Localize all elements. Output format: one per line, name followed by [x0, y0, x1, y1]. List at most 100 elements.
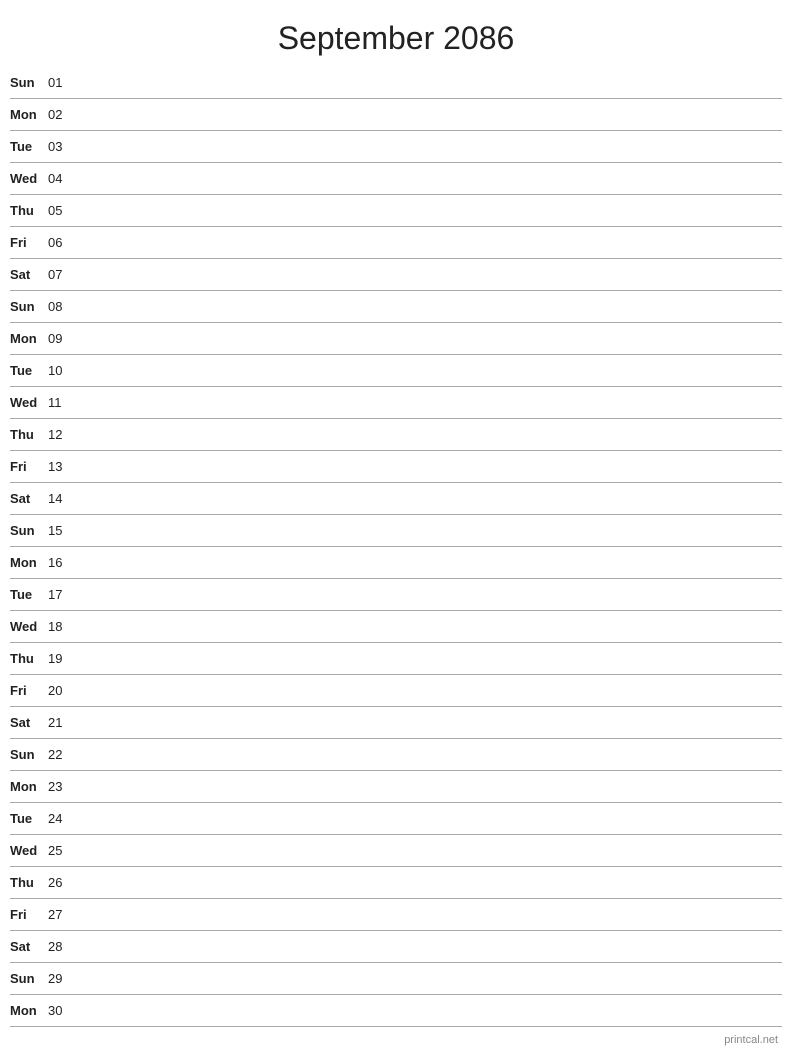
- day-number: 27: [48, 907, 76, 922]
- day-name: Sun: [10, 75, 48, 90]
- day-name: Sat: [10, 939, 48, 954]
- day-number: 02: [48, 107, 76, 122]
- day-name: Sat: [10, 491, 48, 506]
- day-row: Thu12: [10, 419, 782, 451]
- day-row: Mon30: [10, 995, 782, 1027]
- day-line: [76, 594, 782, 595]
- day-name: Fri: [10, 459, 48, 474]
- day-line: [76, 658, 782, 659]
- day-name: Mon: [10, 331, 48, 346]
- day-number: 06: [48, 235, 76, 250]
- day-line: [76, 146, 782, 147]
- day-line: [76, 690, 782, 691]
- day-row: Tue17: [10, 579, 782, 611]
- day-row: Wed18: [10, 611, 782, 643]
- day-name: Mon: [10, 779, 48, 794]
- day-number: 19: [48, 651, 76, 666]
- day-name: Sat: [10, 267, 48, 282]
- day-row: Thu19: [10, 643, 782, 675]
- day-row: Sun01: [10, 67, 782, 99]
- day-line: [76, 82, 782, 83]
- day-number: 25: [48, 843, 76, 858]
- day-number: 20: [48, 683, 76, 698]
- day-number: 09: [48, 331, 76, 346]
- day-number: 14: [48, 491, 76, 506]
- day-line: [76, 626, 782, 627]
- day-row: Thu05: [10, 195, 782, 227]
- day-row: Fri06: [10, 227, 782, 259]
- day-name: Tue: [10, 587, 48, 602]
- day-line: [76, 530, 782, 531]
- calendar-container: Sun01Mon02Tue03Wed04Thu05Fri06Sat07Sun08…: [0, 67, 792, 1027]
- day-row: Sat21: [10, 707, 782, 739]
- day-number: 16: [48, 555, 76, 570]
- day-number: 23: [48, 779, 76, 794]
- day-line: [76, 370, 782, 371]
- day-number: 07: [48, 267, 76, 282]
- day-name: Wed: [10, 619, 48, 634]
- day-name: Fri: [10, 683, 48, 698]
- day-number: 05: [48, 203, 76, 218]
- day-line: [76, 274, 782, 275]
- day-number: 18: [48, 619, 76, 634]
- day-name: Sun: [10, 299, 48, 314]
- day-row: Fri13: [10, 451, 782, 483]
- day-row: Sat14: [10, 483, 782, 515]
- day-number: 03: [48, 139, 76, 154]
- day-line: [76, 754, 782, 755]
- day-number: 04: [48, 171, 76, 186]
- day-row: Thu26: [10, 867, 782, 899]
- day-row: Sat07: [10, 259, 782, 291]
- day-number: 24: [48, 811, 76, 826]
- day-name: Wed: [10, 171, 48, 186]
- day-line: [76, 1010, 782, 1011]
- day-row: Wed25: [10, 835, 782, 867]
- day-row: Sun08: [10, 291, 782, 323]
- day-row: Mon02: [10, 99, 782, 131]
- footer-text: printcal.net: [724, 1034, 778, 1046]
- day-line: [76, 210, 782, 211]
- day-line: [76, 786, 782, 787]
- day-line: [76, 850, 782, 851]
- day-line: [76, 914, 782, 915]
- day-name: Mon: [10, 107, 48, 122]
- day-line: [76, 178, 782, 179]
- day-row: Sun22: [10, 739, 782, 771]
- day-line: [76, 466, 782, 467]
- day-number: 10: [48, 363, 76, 378]
- day-line: [76, 498, 782, 499]
- day-name: Sat: [10, 715, 48, 730]
- day-row: Fri27: [10, 899, 782, 931]
- day-number: 12: [48, 427, 76, 442]
- day-name: Tue: [10, 139, 48, 154]
- day-line: [76, 306, 782, 307]
- day-name: Mon: [10, 1003, 48, 1018]
- day-row: Mon09: [10, 323, 782, 355]
- day-row: Fri20: [10, 675, 782, 707]
- day-name: Thu: [10, 203, 48, 218]
- day-name: Sun: [10, 971, 48, 986]
- day-line: [76, 882, 782, 883]
- day-number: 11: [48, 395, 76, 410]
- day-number: 30: [48, 1003, 76, 1018]
- day-name: Thu: [10, 651, 48, 666]
- day-name: Fri: [10, 907, 48, 922]
- day-line: [76, 722, 782, 723]
- day-number: 15: [48, 523, 76, 538]
- day-line: [76, 402, 782, 403]
- day-line: [76, 562, 782, 563]
- page-title: September 2086: [0, 0, 792, 67]
- day-number: 13: [48, 459, 76, 474]
- day-number: 01: [48, 75, 76, 90]
- day-row: Tue10: [10, 355, 782, 387]
- day-name: Tue: [10, 811, 48, 826]
- day-line: [76, 242, 782, 243]
- day-row: Mon16: [10, 547, 782, 579]
- day-number: 26: [48, 875, 76, 890]
- day-number: 17: [48, 587, 76, 602]
- day-number: 08: [48, 299, 76, 314]
- day-row: Sun29: [10, 963, 782, 995]
- day-row: Sat28: [10, 931, 782, 963]
- day-name: Sun: [10, 523, 48, 538]
- day-name: Thu: [10, 875, 48, 890]
